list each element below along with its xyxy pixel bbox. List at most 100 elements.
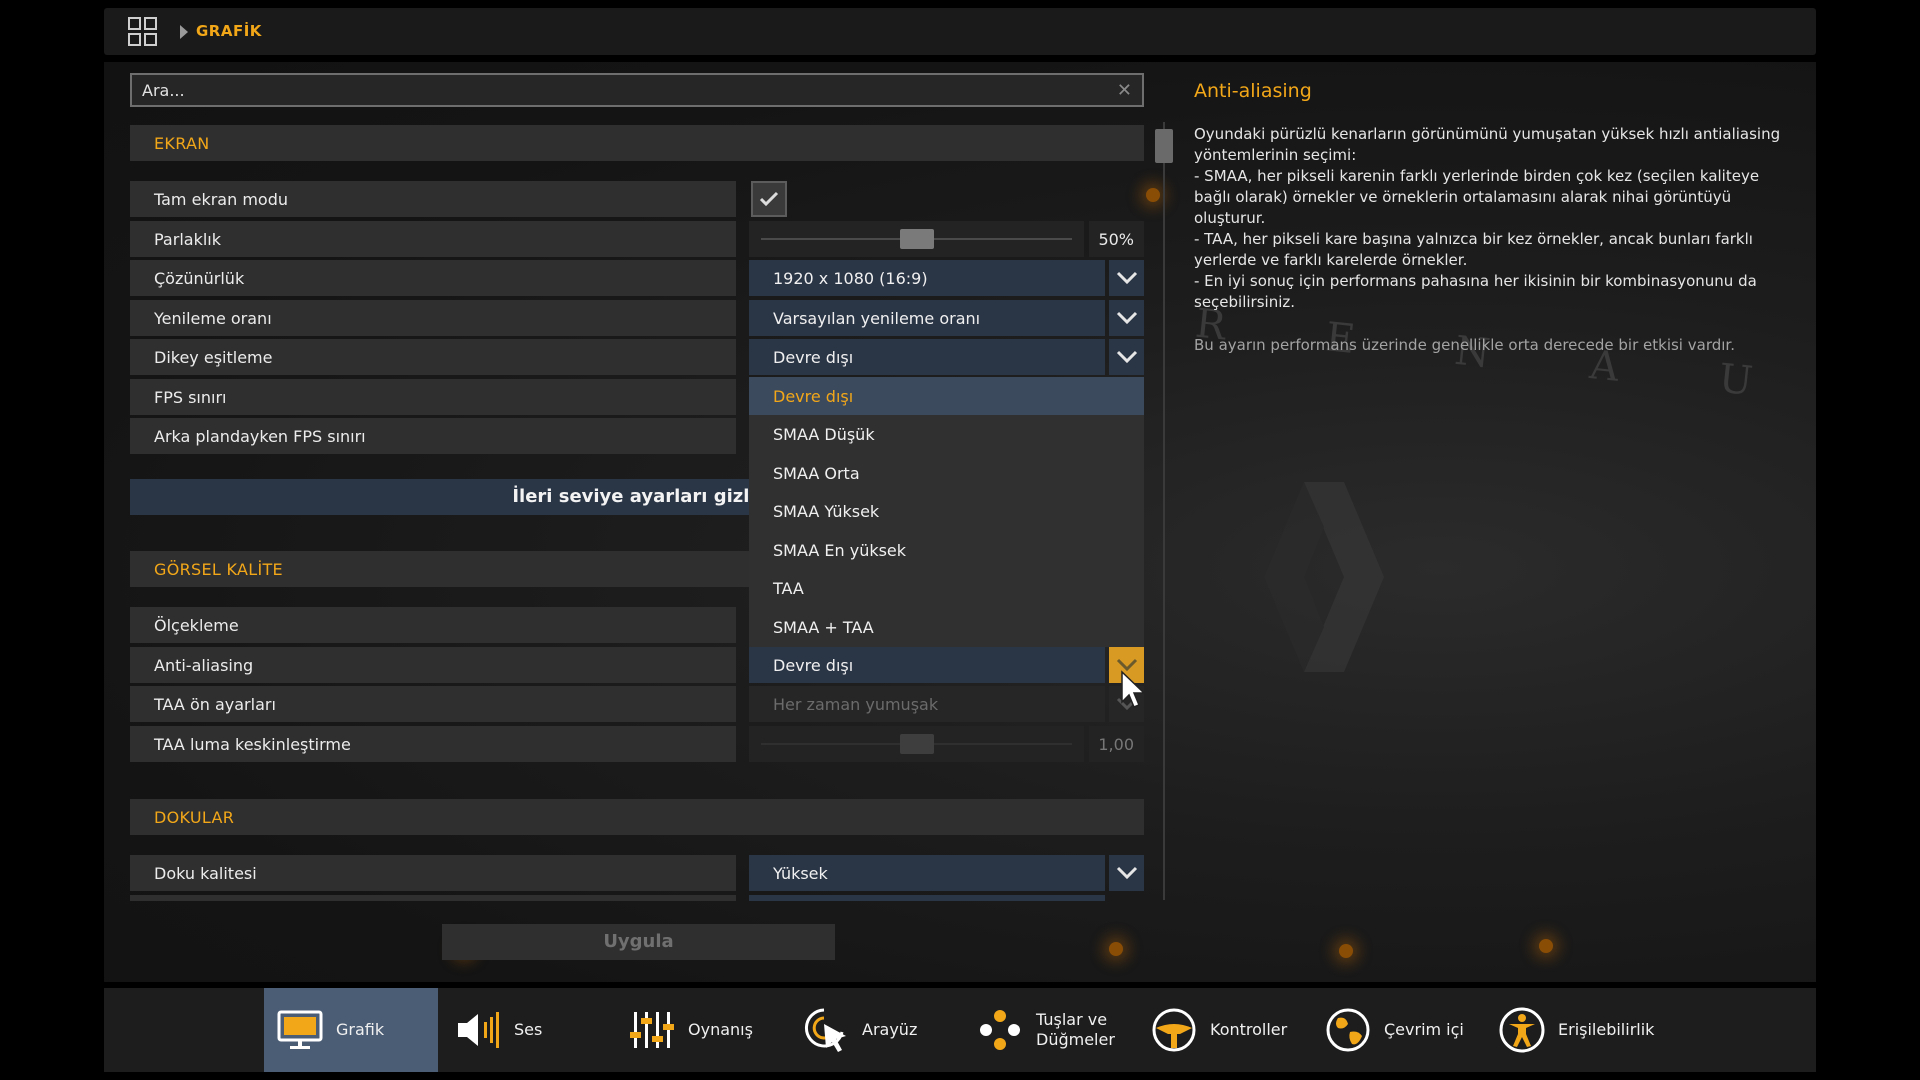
globe-icon xyxy=(1326,1008,1370,1052)
checkmark-icon xyxy=(759,191,779,207)
refresh-dropdown-button[interactable] xyxy=(1109,300,1144,336)
antialiasing-options-menu: Devre dışı SMAA Düşük SMAA Orta SMAA Yük… xyxy=(749,377,1144,647)
vsync-dropdown[interactable]: Devre dışı xyxy=(749,339,1105,375)
resolution-dropdown-button[interactable] xyxy=(1109,260,1144,296)
setting-label-vsync: Dikey eşitleme xyxy=(130,339,736,375)
chevron-down-icon xyxy=(1116,311,1137,325)
tab-tuslar[interactable]: Tuşlar ve Düğmeler xyxy=(970,988,1140,1072)
setting-row-clipped xyxy=(130,895,736,901)
description-title: Anti-aliasing xyxy=(1194,80,1312,102)
grid-menu-icon[interactable] xyxy=(128,17,158,47)
description-line: bağlı olarak) örnekler ve örneklerin ort… xyxy=(1194,188,1732,206)
breadcrumb-arrow-icon xyxy=(180,25,188,39)
taa-sharpen-slider[interactable] xyxy=(749,726,1084,762)
search-placeholder: Ara... xyxy=(142,81,185,100)
vsync-dropdown-button[interactable] xyxy=(1109,339,1144,375)
breadcrumb-bar: GRAFİK xyxy=(104,8,1816,55)
fullscreen-checkbox[interactable] xyxy=(751,181,787,217)
breadcrumb-current: GRAFİK xyxy=(196,22,262,40)
brightness-value: 50% xyxy=(1089,221,1144,257)
aa-option[interactable]: SMAA Düşük xyxy=(749,415,1144,454)
accessibility-icon xyxy=(1499,1007,1545,1053)
setting-label-taa-presets: TAA ön ayarları xyxy=(130,686,736,722)
setting-control-clipped xyxy=(749,895,1105,901)
chevron-down-icon xyxy=(1116,350,1137,364)
tab-arayuz[interactable]: Arayüz xyxy=(796,988,966,1072)
background-emblem xyxy=(1264,482,1384,672)
taa-presets-dropdown[interactable]: Her zaman yumuşak xyxy=(749,686,1105,722)
tab-label: Arayüz xyxy=(862,1020,918,1039)
setting-label-resolution: Çözünürlük xyxy=(130,260,736,296)
tab-label: Erişilebilirlik xyxy=(1558,1020,1655,1039)
tab-erisilebilirlik[interactable]: Erişilebilirlik xyxy=(1492,988,1682,1072)
description-line: - En iyi sonuç için performans pahasına … xyxy=(1194,272,1757,290)
antialiasing-dropdown[interactable]: Devre dışı xyxy=(749,647,1105,683)
tab-label: Çevrim içi xyxy=(1384,1020,1464,1039)
buttons-icon xyxy=(980,1010,1020,1050)
cursor-click-icon xyxy=(804,1008,846,1052)
aa-option[interactable]: SMAA En yüksek xyxy=(749,531,1144,570)
performance-note: Bu ayarın performans üzerinde genellikle… xyxy=(1194,336,1735,354)
steering-wheel-icon xyxy=(1152,1008,1196,1052)
bottom-navigation: Grafik Ses Oynanış Arayüz Tuşlar ve Düğm… xyxy=(104,988,1816,1072)
setting-label-brightness: Parlaklık xyxy=(130,221,736,257)
setting-label-fps-limit: FPS sınırı xyxy=(130,379,736,415)
aa-option[interactable]: Devre dışı xyxy=(749,377,1144,415)
tab-label: Oynanış xyxy=(688,1020,753,1039)
background-light xyxy=(1109,942,1123,956)
description-line: Oyundaki pürüzlü kenarların görünümünü y… xyxy=(1194,125,1781,143)
brightness-slider[interactable] xyxy=(749,221,1084,257)
slider-handle[interactable] xyxy=(900,734,934,754)
tab-cevrimici[interactable]: Çevrim içi xyxy=(1318,988,1488,1072)
clear-search-icon[interactable]: ✕ xyxy=(1117,82,1132,100)
setting-label-taa-sharpen: TAA luma keskinleştirme xyxy=(130,726,736,762)
tab-label: Tuşlar ve Düğmeler xyxy=(1036,1010,1115,1050)
section-header-ekran: EKRAN xyxy=(130,125,1144,161)
tab-label-line: Düğmeler xyxy=(1036,1030,1115,1049)
monitor-icon xyxy=(277,1010,323,1049)
setting-label-fullscreen: Tam ekran modu xyxy=(130,181,736,217)
slider-handle[interactable] xyxy=(900,229,934,249)
scrollbar-thumb[interactable] xyxy=(1155,129,1173,163)
description-line: - SMAA, her pikseli karenin farklı yerle… xyxy=(1194,167,1760,185)
tab-ses[interactable]: Ses xyxy=(448,988,608,1072)
setting-label-texture-quality: Doku kalitesi xyxy=(130,855,736,891)
apply-button[interactable]: Uygula xyxy=(442,924,835,960)
tab-label-line: Tuşlar ve xyxy=(1036,1010,1108,1029)
search-input[interactable]: Ara... ✕ xyxy=(130,73,1144,107)
speaker-icon xyxy=(458,1012,499,1048)
texture-quality-dropdown[interactable]: Yüksek xyxy=(749,855,1105,891)
settings-panel: R E N A U Ara... ✕ EKRAN Tam ekran modu … xyxy=(104,62,1816,982)
setting-label-scaling: Ölçekleme xyxy=(130,607,736,643)
description-body: Oyundaki pürüzlü kenarların görünümünü y… xyxy=(1194,124,1794,313)
tab-kontroller[interactable]: Kontroller xyxy=(1144,988,1314,1072)
mouse-cursor-icon xyxy=(1121,670,1146,708)
setting-label-refresh: Yenileme oranı xyxy=(130,300,736,336)
refresh-dropdown[interactable]: Varsayılan yenileme oranı xyxy=(749,300,1105,336)
setting-description-panel: Anti-aliasing Oyundaki pürüzlü kenarları… xyxy=(1194,80,1794,356)
tab-oynanis[interactable]: Oynanış xyxy=(622,988,792,1072)
tab-label: Grafik xyxy=(336,1020,385,1039)
chevron-down-icon xyxy=(1116,866,1137,880)
background-light xyxy=(1339,944,1353,958)
aa-option[interactable]: TAA xyxy=(749,569,1144,608)
setting-label-bg-fps-limit: Arka plandayken FPS sınırı xyxy=(130,418,736,454)
aa-option[interactable]: SMAA Yüksek xyxy=(749,492,1144,531)
background-light xyxy=(1539,939,1553,953)
tab-grafik[interactable]: Grafik xyxy=(264,988,438,1072)
taa-sharpen-value: 1,00 xyxy=(1089,726,1144,762)
settings-screen: GRAFİK R E N A U Ara... ✕ EKRAN Tam ekra… xyxy=(0,0,1920,1080)
section-header-textures: DOKULAR xyxy=(130,799,1144,835)
resolution-dropdown[interactable]: 1920 x 1080 (16:9) xyxy=(749,260,1105,296)
aa-option[interactable]: SMAA + TAA xyxy=(749,608,1144,647)
settings-scrollbar[interactable] xyxy=(1163,122,1165,900)
texture-quality-dropdown-button[interactable] xyxy=(1109,855,1144,891)
description-line: oluşturur. xyxy=(1194,209,1266,227)
setting-label-antialiasing: Anti-aliasing xyxy=(130,647,736,683)
background-light xyxy=(1146,188,1160,202)
aa-option[interactable]: SMAA Orta xyxy=(749,454,1144,493)
chevron-down-icon xyxy=(1116,271,1137,285)
tab-label: Kontroller xyxy=(1210,1020,1288,1039)
description-line: seçebilirsiniz. xyxy=(1194,293,1296,311)
description-line: - TAA, her pikseli kare başına yalnızca … xyxy=(1194,230,1753,248)
